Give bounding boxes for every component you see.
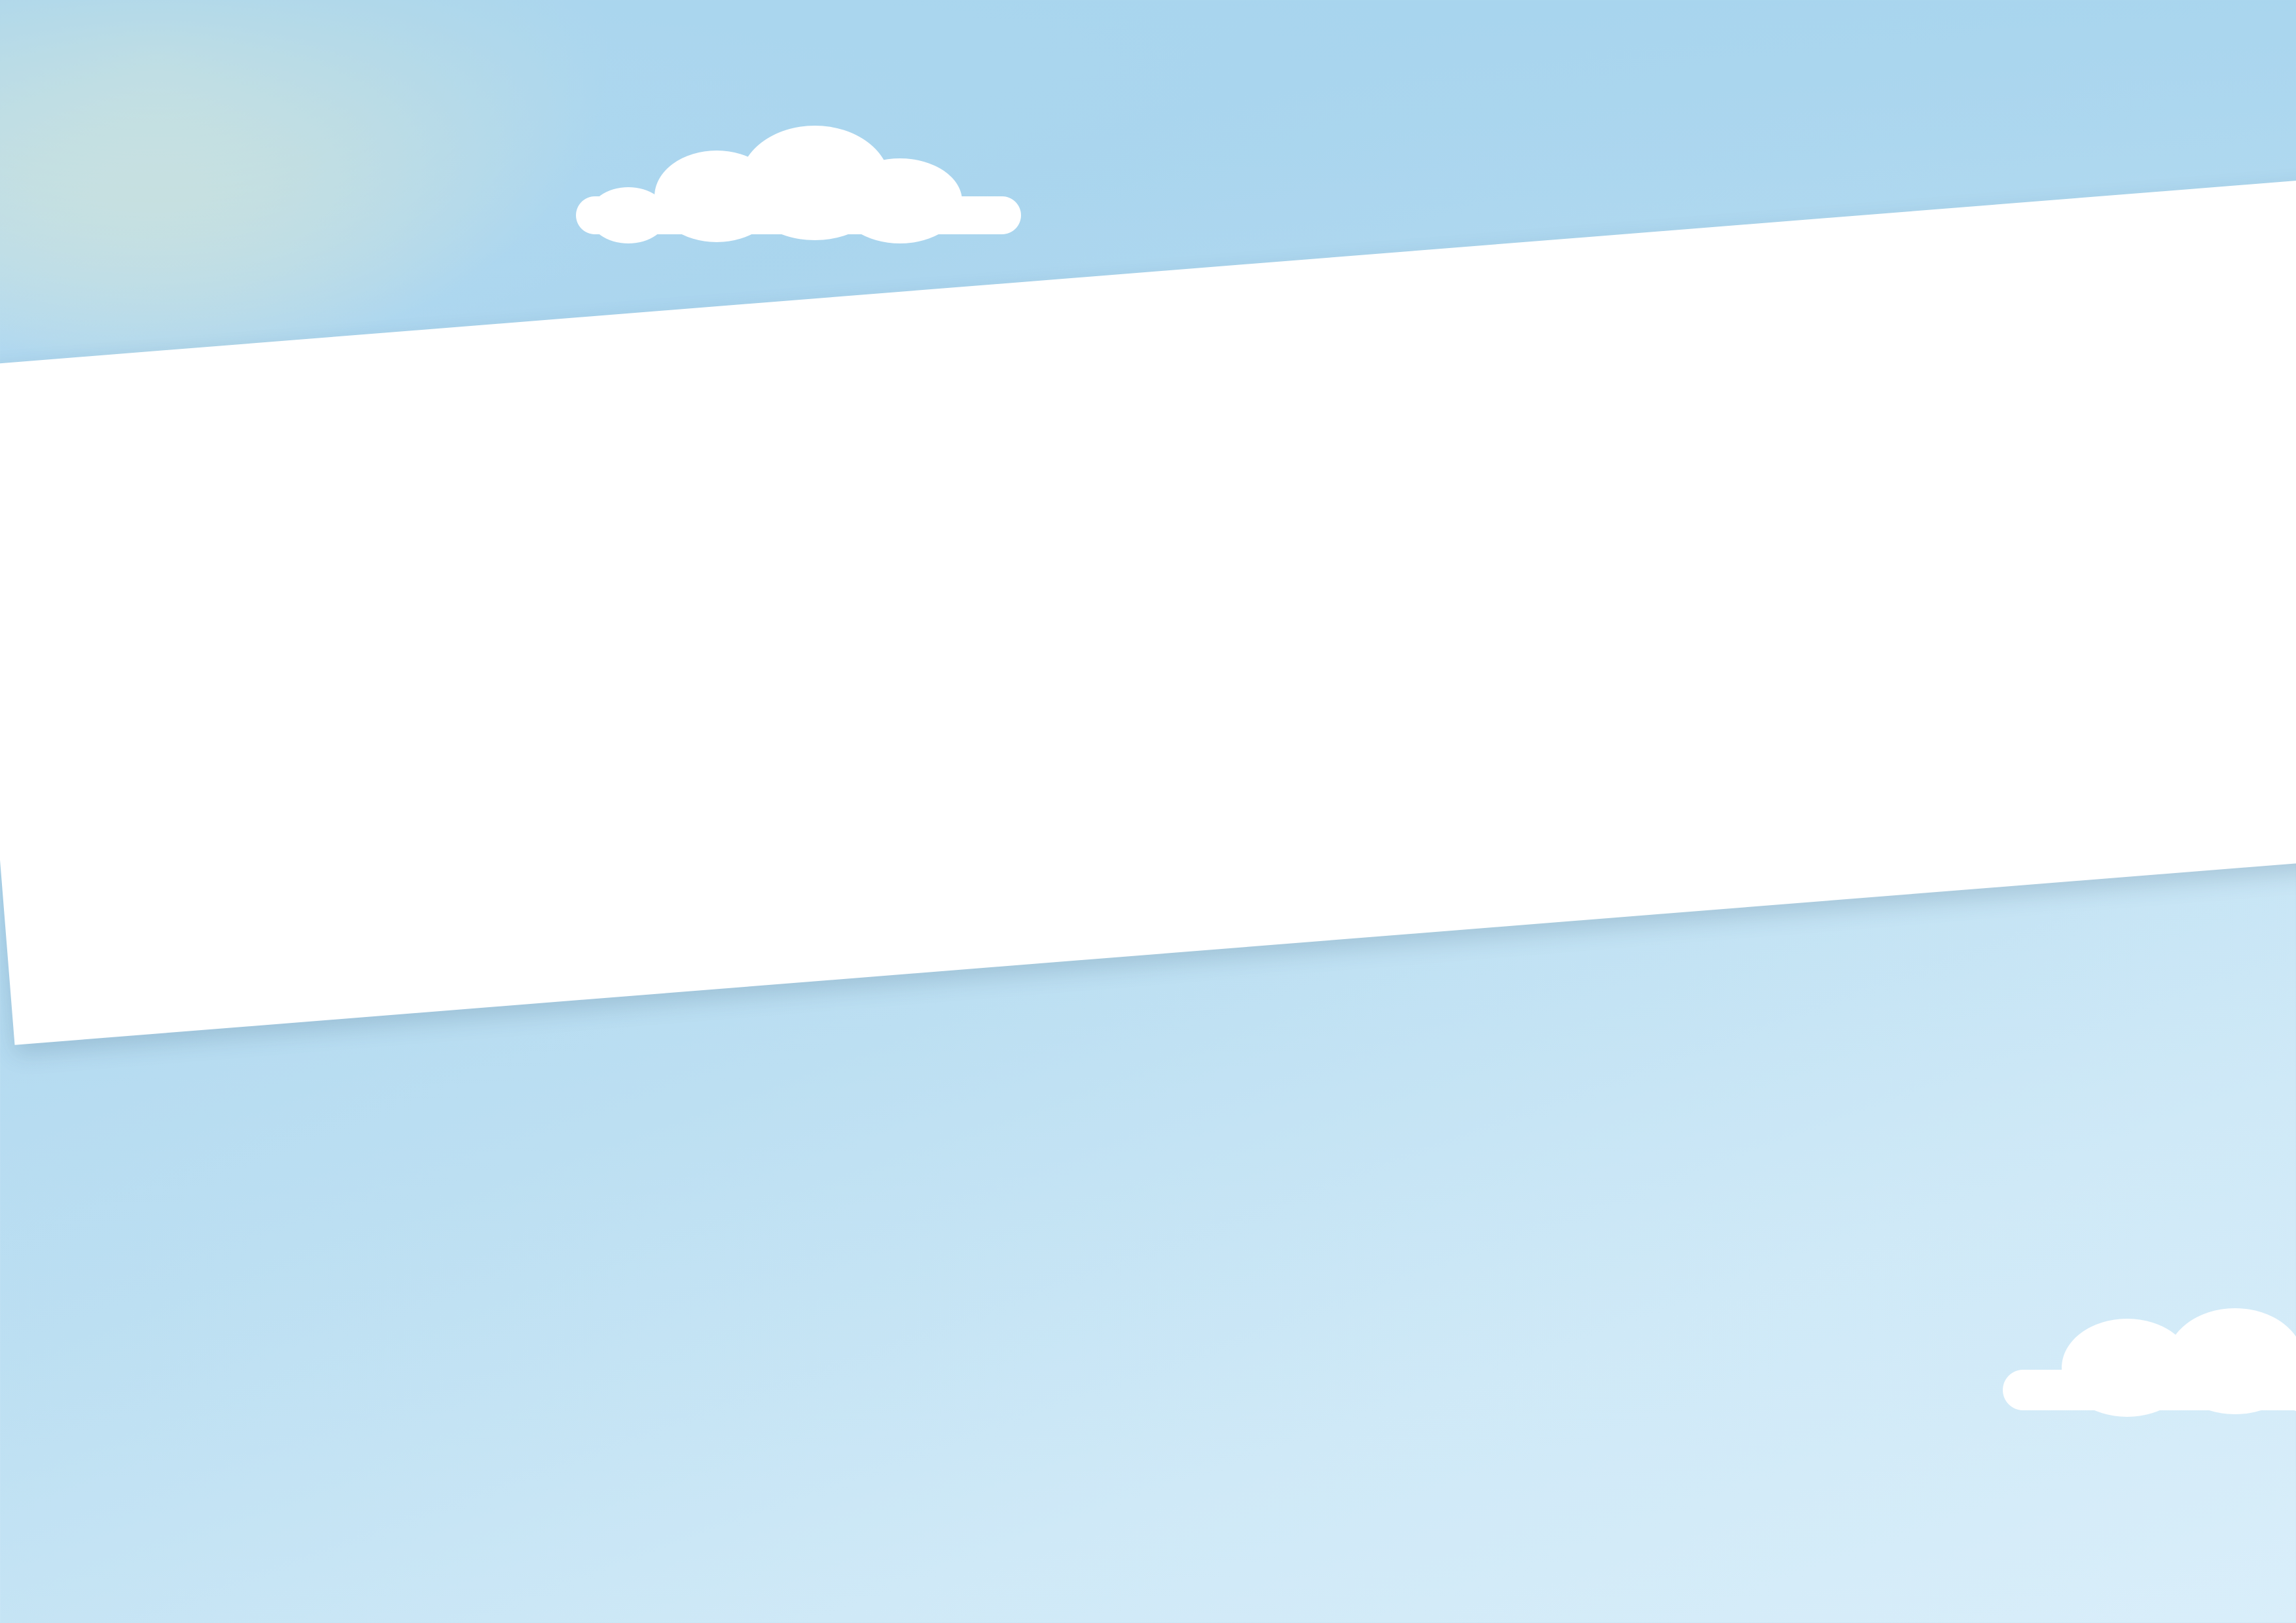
cloud-bottom-right xyxy=(2003,1299,2296,1417)
research-roadmap-board xyxy=(0,174,2296,1084)
cloud-top xyxy=(576,124,1021,243)
